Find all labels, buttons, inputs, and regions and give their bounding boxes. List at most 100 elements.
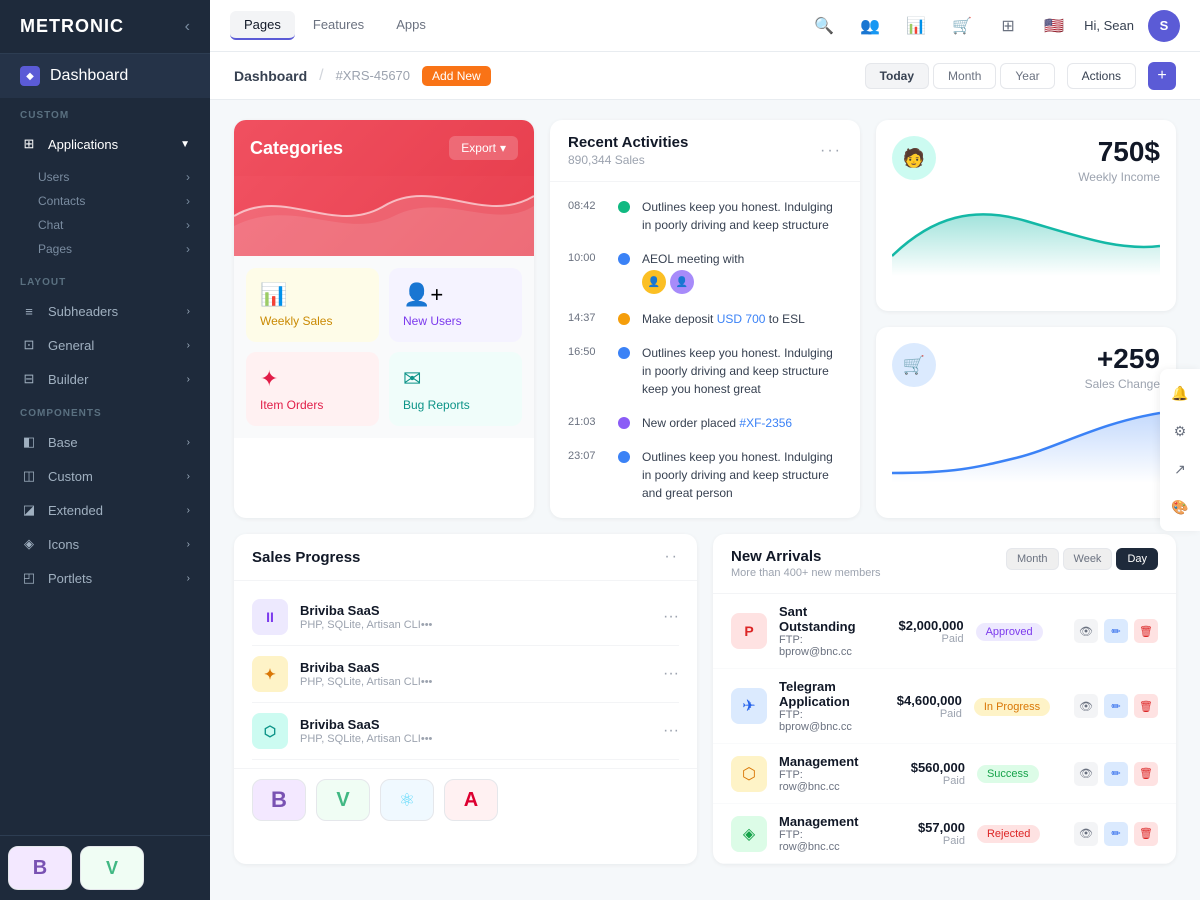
nav-link-apps[interactable]: Apps: [382, 11, 440, 40]
chart-icon[interactable]: 📊: [900, 10, 932, 42]
sidebar-item-custom[interactable]: ◫ Custom ›: [0, 459, 210, 493]
categories-header: Categories Export ▾: [234, 120, 534, 176]
sidebar-item-general[interactable]: ⊡ General ›: [0, 328, 210, 362]
activity-time: 10:00: [568, 252, 606, 264]
main-content: Pages Features Apps 🔍 👥 📊 🛒 ⊞ 🇺🇸 Hi, Sea…: [210, 0, 1200, 900]
nav-link-features[interactable]: Features: [299, 11, 378, 40]
portlets-icon: ◰: [20, 569, 38, 587]
edit-action-icon[interactable]: ✏: [1104, 822, 1128, 846]
icons-icon: ◈: [20, 535, 38, 553]
settings-icon[interactable]: ⚙: [1166, 417, 1194, 445]
extended-icon: ◪: [20, 501, 38, 519]
activity-dot: [618, 347, 630, 359]
avatar[interactable]: S: [1148, 10, 1180, 42]
palette-icon[interactable]: 🎨: [1166, 493, 1194, 521]
grid-icon[interactable]: ⊞: [992, 10, 1024, 42]
weekly-income-label: Weekly Income: [1078, 170, 1160, 184]
app-icon: ⬡: [731, 756, 767, 792]
flag-icon[interactable]: 🇺🇸: [1038, 10, 1070, 42]
activity-dot: [618, 253, 630, 265]
edit-action-icon[interactable]: ✏: [1104, 762, 1128, 786]
sales-progress-header: Sales Progress ··: [234, 534, 697, 581]
delete-action-icon[interactable]: 🗑: [1134, 822, 1158, 846]
chevron-right-icon: ›: [187, 505, 190, 516]
status-badge: Rejected: [977, 825, 1040, 843]
arrival-actions: 👁 ✏ 🗑: [1074, 694, 1158, 718]
sidebar-sub-item-pages[interactable]: Pages ›: [38, 237, 210, 261]
more-icon[interactable]: ···: [663, 722, 679, 740]
framework-angular-icon[interactable]: A: [444, 779, 498, 821]
arrival-amount: $2,000,000 Paid: [868, 618, 964, 645]
more-icon[interactable]: ···: [663, 665, 679, 683]
activities-header: Recent Activities 890,344 Sales ···: [550, 120, 860, 182]
tab-day[interactable]: Day: [1116, 548, 1158, 570]
delete-action-icon[interactable]: 🗑: [1134, 619, 1158, 643]
view-action-icon[interactable]: 👁: [1074, 619, 1098, 643]
sales-icon: 🛒: [892, 343, 936, 387]
sales-desc: PHP, SQLite, Artisan CLI•••: [300, 676, 651, 688]
view-action-icon[interactable]: 👁: [1074, 762, 1098, 786]
sidebar-sub-item-users[interactable]: Users ›: [38, 165, 210, 189]
arrival-actions: 👁 ✏ 🗑: [1074, 822, 1158, 846]
activity-dot: [618, 313, 630, 325]
sidebar-item-builder[interactable]: ⊟ Builder ›: [0, 362, 210, 396]
edit-action-icon[interactable]: ✏: [1104, 694, 1128, 718]
sidebar-sub-item-chat[interactable]: Chat ›: [38, 213, 210, 237]
sidebar-item-base[interactable]: ◧ Base ›: [0, 425, 210, 459]
more-icon[interactable]: ···: [663, 608, 679, 626]
cat-item-bug-reports[interactable]: ✉ Bug Reports: [389, 352, 522, 426]
tab-month[interactable]: Month: [1006, 548, 1059, 570]
sidebar-dashboard-item[interactable]: Dashboard: [0, 54, 210, 98]
sidebar-sub-item-contacts[interactable]: Contacts ›: [38, 189, 210, 213]
cat-item-weekly-sales[interactable]: 📊 Weekly Sales: [246, 268, 379, 342]
framework-vue-icon[interactable]: V: [316, 779, 370, 821]
share-icon[interactable]: ↗: [1166, 455, 1194, 483]
add-new-button[interactable]: Add New: [422, 66, 491, 86]
sales-info: Briviba SaaS PHP, SQLite, Artisan CLI•••: [300, 660, 651, 688]
sidebar-toggle-icon[interactable]: ‹: [185, 18, 190, 36]
sidebar-item-portlets[interactable]: ◰ Portlets ›: [0, 561, 210, 595]
framework-react-icon[interactable]: ⚛: [380, 779, 434, 821]
view-action-icon[interactable]: 👁: [1074, 822, 1098, 846]
sidebar-item-applications[interactable]: ⊞ Applications ▼: [0, 127, 210, 161]
cat-item-item-orders[interactable]: ✦ Item Orders: [246, 352, 379, 426]
sidebar-item-label: Applications: [48, 137, 118, 152]
actions-button[interactable]: Actions: [1067, 63, 1136, 89]
tab-week[interactable]: Week: [1063, 548, 1113, 570]
framework-vue[interactable]: V: [80, 846, 144, 890]
edit-action-icon[interactable]: ✏: [1104, 619, 1128, 643]
export-button[interactable]: Export ▾: [449, 136, 518, 160]
recent-activities-card: Recent Activities 890,344 Sales ··· 08:4…: [550, 120, 860, 518]
nav-link-pages[interactable]: Pages: [230, 11, 295, 40]
framework-bootstrap[interactable]: B: [8, 846, 72, 890]
bug-icon: ✉: [403, 366, 508, 392]
more-options-icon[interactable]: ···: [820, 142, 842, 160]
framework-bootstrap-icon[interactable]: B: [252, 779, 306, 821]
search-icon[interactable]: 🔍: [808, 10, 840, 42]
new-arrivals-card: New Arrivals More than 400+ new members …: [713, 534, 1176, 864]
delete-action-icon[interactable]: 🗑: [1134, 694, 1158, 718]
stats-column: 🧑 750$ Weekly Income: [876, 120, 1176, 518]
sidebar-item-extended[interactable]: ◪ Extended ›: [0, 493, 210, 527]
base-icon: ◧: [20, 433, 38, 451]
arrival-info: Management FTP: row@bnc.cc: [779, 814, 858, 853]
time-btn-today[interactable]: Today: [865, 63, 929, 89]
view-action-icon[interactable]: 👁: [1074, 694, 1098, 718]
time-btn-year[interactable]: Year: [1000, 63, 1054, 89]
sidebar-item-icons[interactable]: ◈ Icons ›: [0, 527, 210, 561]
categories-card: Categories Export ▾ 📊: [234, 120, 534, 518]
notification-icon[interactable]: 🔔: [1166, 379, 1194, 407]
cat-item-new-users[interactable]: 👤+ New Users: [389, 268, 522, 342]
users-icon[interactable]: 👥: [854, 10, 886, 42]
status-badge: In Progress: [974, 698, 1050, 716]
delete-action-icon[interactable]: 🗑: [1134, 762, 1158, 786]
row-2: Sales Progress ·· II Briviba SaaS PHP, S…: [234, 534, 1176, 864]
breadcrumb-bar: Dashboard / #XRS-45670 Add New Today Mon…: [210, 52, 1200, 100]
more-options-icon[interactable]: ··: [664, 548, 679, 566]
plus-button[interactable]: +: [1148, 62, 1176, 90]
cart-icon[interactable]: 🛒: [946, 10, 978, 42]
sidebar-item-subheaders[interactable]: ≡ Subheaders ›: [0, 294, 210, 328]
app-icon: ✈: [731, 688, 767, 724]
time-btn-month[interactable]: Month: [933, 63, 996, 89]
chevron-right-icon: ›: [187, 374, 190, 385]
